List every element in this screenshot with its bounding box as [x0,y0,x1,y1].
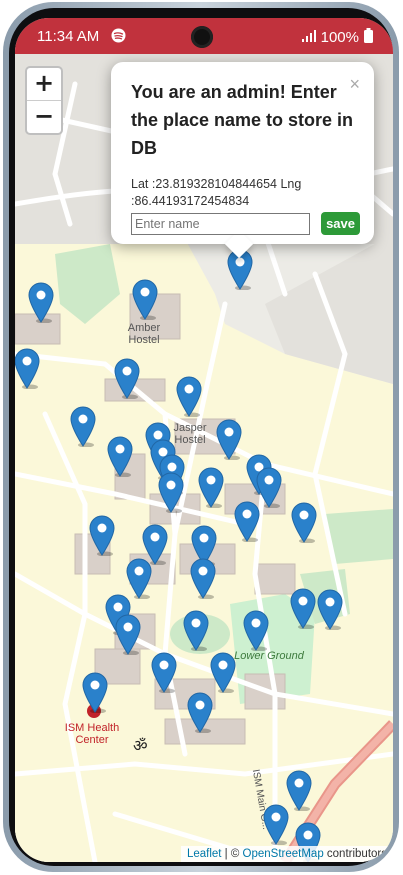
status-bar: 11:34 AM 100% [15,18,393,54]
map-marker-icon[interactable] [176,376,202,418]
map-marker-icon[interactable] [126,558,152,600]
place-name-input[interactable] [131,212,311,235]
spotify-icon [111,28,126,47]
zoom-control: + − [25,66,63,135]
attribution-separator: | © [221,848,243,860]
popup-title: You are an admin! Enter the place name t… [131,82,354,158]
map-marker-icon[interactable] [317,589,343,631]
map-marker-icon[interactable] [291,502,317,544]
map-marker-icon[interactable] [132,279,158,321]
map-marker-icon[interactable] [115,614,141,656]
map-marker-icon[interactable] [114,358,140,400]
map-marker-icon[interactable] [89,515,115,557]
osm-link[interactable]: OpenStreetMap [243,848,324,860]
map-marker-icon[interactable] [183,610,209,652]
map-marker-icon[interactable] [234,501,260,543]
map-marker-icon[interactable] [263,804,289,846]
close-icon[interactable]: × [349,74,360,95]
front-camera [191,26,213,48]
label-health-center: ISM Health Center [64,722,120,746]
phone-frame: Amber Hostel Jasper Hostel Lower Ground … [3,2,399,872]
zoom-out-button[interactable]: − [27,100,61,133]
map-marker-icon[interactable] [198,467,224,509]
battery-icon [364,28,373,47]
screen: Amber Hostel Jasper Hostel Lower Ground … [15,18,393,862]
map-marker-icon[interactable] [151,652,177,694]
label-om: ॐ [133,738,148,755]
save-button[interactable]: save [321,212,360,235]
leaflet-link[interactable]: Leaflet [187,848,222,860]
label-amber-hostel: Amber Hostel [127,322,161,346]
map-marker-icon[interactable] [187,692,213,734]
label-lower-ground: Lower Ground [234,650,304,662]
map-marker-icon[interactable] [210,652,236,694]
map-attribution: Leaflet | © OpenStreetMap contributors [180,846,393,862]
map-marker-icon[interactable] [70,406,96,448]
map-marker-icon[interactable] [286,770,312,812]
map-marker-icon[interactable] [243,610,269,652]
popup-coordinates: Lat :23.819328104844654 Lng :86.44193172… [131,177,302,208]
map-marker-icon[interactable] [216,419,242,461]
admin-popup: × You are an admin! Enter the place name… [111,62,374,244]
map-marker-icon[interactable] [82,672,108,714]
signal-icon [301,29,316,46]
map-marker-icon[interactable] [190,558,216,600]
zoom-in-button[interactable]: + [27,68,61,100]
map-marker-icon[interactable] [28,282,54,324]
map-marker-icon[interactable] [290,588,316,630]
status-time: 11:34 AM [37,28,100,45]
map-marker-icon[interactable] [107,436,133,478]
map[interactable]: Amber Hostel Jasper Hostel Lower Ground … [15,54,393,862]
battery-percent: 100% [320,29,359,46]
map-marker-icon[interactable] [158,472,184,514]
attribution-suffix: contributors [323,848,387,860]
map-marker-icon[interactable] [15,348,40,390]
